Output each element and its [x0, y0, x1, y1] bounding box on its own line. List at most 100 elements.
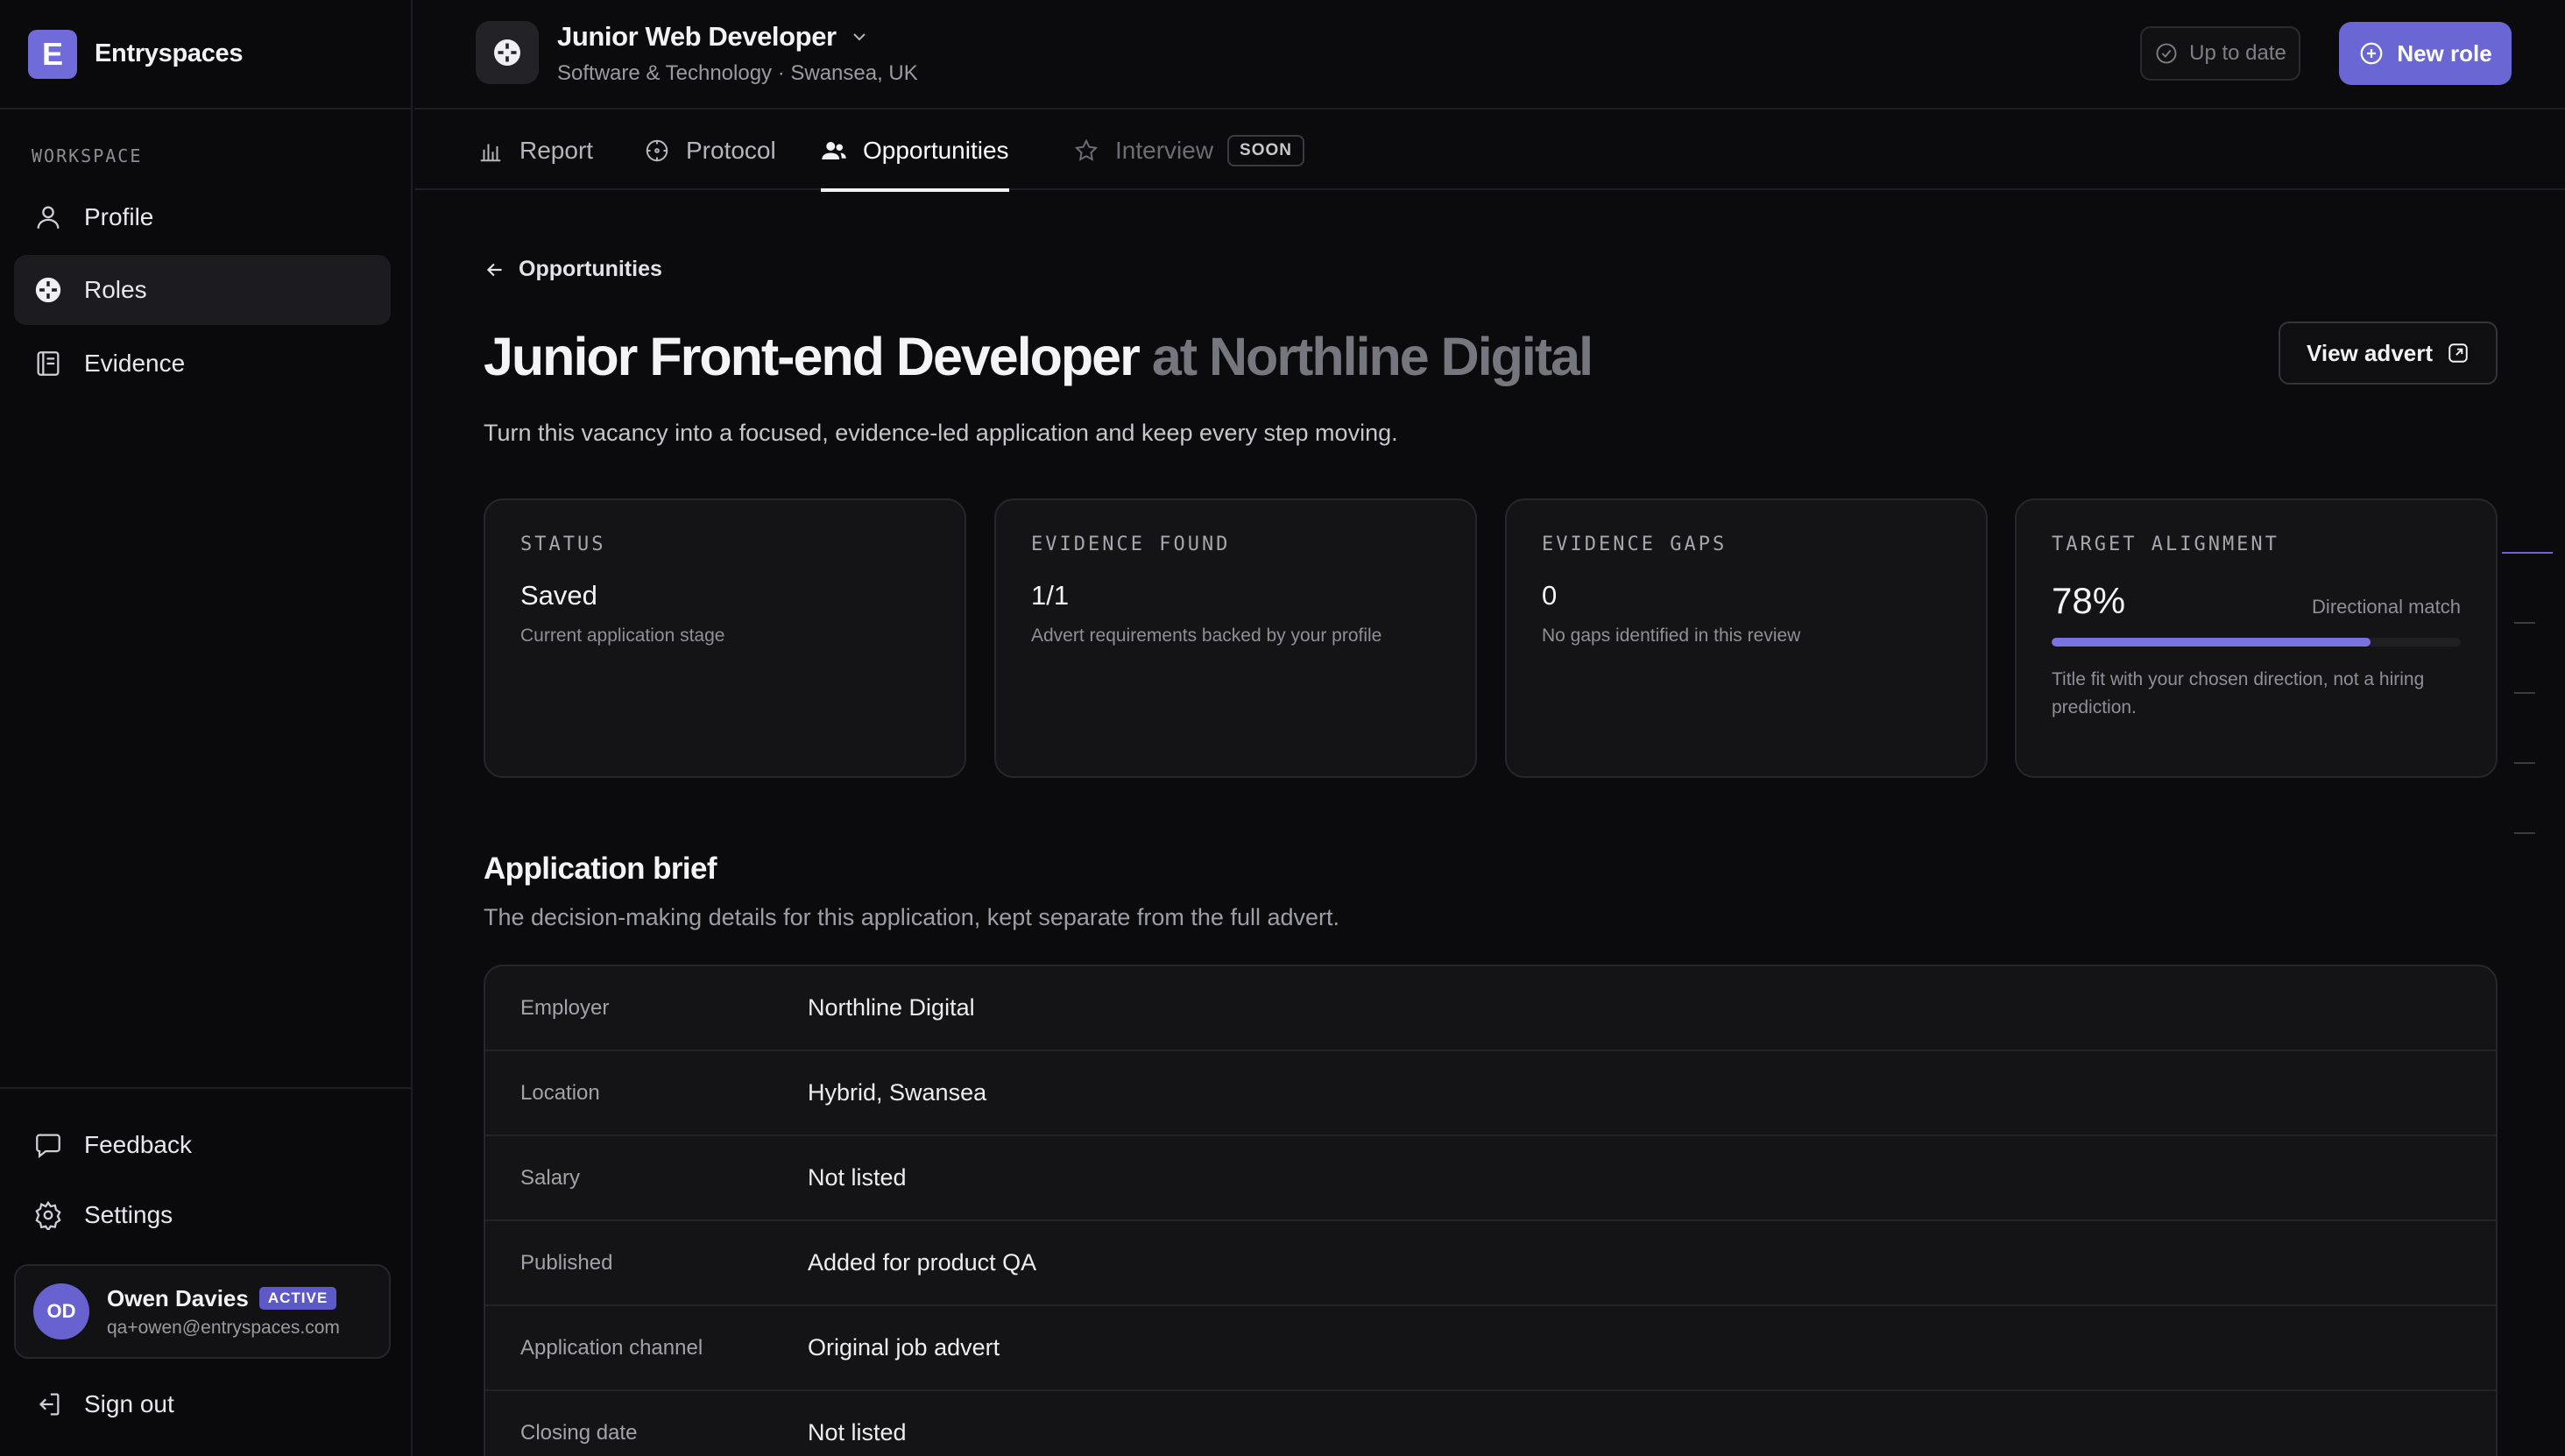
back-link-label: Opportunities	[519, 257, 662, 281]
user-name: Owen Davies	[107, 1284, 249, 1311]
sign-out-icon	[33, 1389, 63, 1419]
sidebar-item-label: Settings	[84, 1201, 173, 1228]
new-role-label: New role	[2397, 39, 2492, 67]
user-email: qa+owen@entryspaces.com	[107, 1317, 340, 1338]
roles-icon	[33, 275, 63, 305]
page-title: Junior Front-end Developer at Northline …	[484, 326, 1593, 387]
scroll-tick[interactable]	[2514, 622, 2535, 624]
new-role-button[interactable]: New role	[2339, 22, 2512, 85]
chat-bubble-icon	[33, 1130, 63, 1160]
table-row: Published Added for product QA	[485, 1221, 2496, 1306]
sidebar-item-feedback[interactable]: Feedback	[14, 1110, 391, 1180]
user-card[interactable]: OD Owen Davies ACTIVE qa+owen@entryspace…	[14, 1264, 391, 1359]
brand-name: Entryspaces	[95, 39, 244, 67]
chevron-down-icon	[853, 33, 866, 41]
card-label: EVIDENCE GAPS	[1542, 534, 1728, 555]
evidence-found-card: EVIDENCE FOUND 1/1 Advert requirements b…	[994, 498, 1477, 778]
alignment-tag: Directional match	[2312, 596, 2461, 618]
bar-chart-icon	[480, 144, 501, 162]
tab-interview[interactable]: Interview SOON	[1073, 111, 1304, 190]
sidebar-item-profile[interactable]: Profile	[14, 182, 391, 252]
up-to-date-button[interactable]: Up to date	[2140, 26, 2300, 81]
sidebar-item-label: Profile	[84, 203, 154, 230]
sidebar-item-roles[interactable]: Roles	[14, 255, 391, 325]
scroll-tick[interactable]	[2514, 762, 2535, 764]
card-label: TARGET ALIGNMENT	[2052, 534, 2279, 555]
card-label: STATUS	[520, 534, 606, 555]
workspace-section-label: WORKSPACE	[32, 145, 143, 166]
tab-label: Interview	[1115, 137, 1214, 164]
tab-bar: Report Protocol Opportunities Interview …	[414, 111, 2565, 192]
table-row: Application channel Original job advert	[485, 1306, 2496, 1391]
row-key: Employer	[520, 995, 610, 1020]
sidebar-item-settings[interactable]: Settings	[14, 1180, 391, 1250]
row-key: Closing date	[520, 1420, 638, 1445]
plus-circle-icon	[2360, 42, 2383, 65]
row-value: Added for product QA	[808, 1249, 1037, 1276]
page-title-role: Junior Front-end Developer	[484, 327, 1141, 386]
sidebar-item-label: Feedback	[84, 1131, 192, 1158]
role-title: Junior Web Developer	[557, 21, 837, 52]
soon-badge: SOON	[1227, 135, 1304, 166]
row-key: Salary	[520, 1165, 581, 1190]
role-icon	[476, 21, 539, 84]
row-key: Location	[520, 1080, 600, 1105]
sidebar-item-evidence[interactable]: Evidence	[14, 329, 391, 399]
top-bar: Junior Web Developer Software & Technolo…	[414, 0, 2565, 110]
external-link-icon	[2448, 343, 2468, 363]
target-alignment-card: TARGET ALIGNMENT 78% Directional match T…	[2015, 498, 2498, 778]
alignment-note: Title fit with your chosen direction, no…	[2052, 669, 2425, 717]
view-advert-label: View advert	[2306, 339, 2434, 366]
row-value: Not listed	[808, 1164, 907, 1191]
tab-label: Protocol	[686, 137, 776, 164]
sidebar-item-label: Evidence	[84, 350, 186, 377]
brief-table: Employer Northline Digital Location Hybr…	[484, 965, 2498, 1456]
row-key: Published	[520, 1250, 613, 1275]
compass-icon	[646, 139, 668, 162]
user-icon	[33, 202, 63, 232]
notebook-icon	[33, 349, 63, 378]
alignment-progress-bar	[2052, 638, 2461, 647]
brief-title: Application brief	[484, 852, 717, 886]
row-value: Original job advert	[808, 1334, 1000, 1361]
row-value: Northline Digital	[808, 994, 975, 1021]
avatar: OD	[33, 1283, 89, 1339]
arrow-left-icon	[486, 263, 502, 276]
section-scroll-indicator[interactable]	[2502, 552, 2553, 902]
sign-out-button[interactable]: Sign out	[14, 1369, 391, 1439]
page-title-employer: at Northline Digital	[1151, 327, 1593, 386]
alignment-value: 78%	[2052, 580, 2126, 621]
evidence-gaps-card: EVIDENCE GAPS 0 No gaps identified in th…	[1505, 498, 1988, 778]
page-description: Turn this vacancy into a focused, eviden…	[484, 420, 1398, 446]
scroll-tick[interactable]	[2514, 692, 2535, 694]
alignment-progress-fill	[2052, 638, 2371, 647]
gear-icon	[33, 1200, 63, 1230]
people-icon	[822, 142, 846, 159]
brand[interactable]: E Entryspaces	[0, 0, 411, 110]
role-switcher[interactable]: Junior Web Developer	[557, 21, 870, 53]
table-row: Closing date Not listed	[485, 1391, 2496, 1456]
view-advert-button[interactable]: View advert	[2279, 322, 2498, 385]
row-value: Not listed	[808, 1419, 907, 1445]
card-note: Current application stage	[520, 626, 725, 646]
tab-report[interactable]: Report	[477, 111, 593, 190]
status-badge: ACTIVE	[258, 1287, 337, 1310]
back-to-opportunities-link[interactable]: Opportunities	[484, 257, 662, 282]
card-value: Saved	[520, 580, 597, 611]
star-icon	[1074, 138, 1099, 161]
tab-protocol[interactable]: Protocol	[644, 111, 776, 190]
tab-opportunities[interactable]: Opportunities	[821, 111, 1009, 192]
table-row: Salary Not listed	[485, 1136, 2496, 1221]
scroll-tick[interactable]	[2502, 552, 2553, 554]
card-value: 0	[1542, 580, 1558, 611]
brand-logo: E	[28, 29, 77, 79]
scroll-tick[interactable]	[2514, 832, 2535, 834]
card-value: 1/1	[1031, 580, 1070, 611]
table-row: Employer Northline Digital	[485, 966, 2496, 1051]
card-note: No gaps identified in this review	[1542, 626, 1801, 646]
sidebar-item-label: Roles	[84, 276, 147, 303]
status-card: STATUS Saved Current application stage	[484, 498, 966, 778]
role-subtitle: Software & Technology · Swansea, UK	[557, 61, 918, 85]
row-value: Hybrid, Swansea	[808, 1079, 987, 1106]
brief-description: The decision-making details for this app…	[484, 904, 1339, 930]
